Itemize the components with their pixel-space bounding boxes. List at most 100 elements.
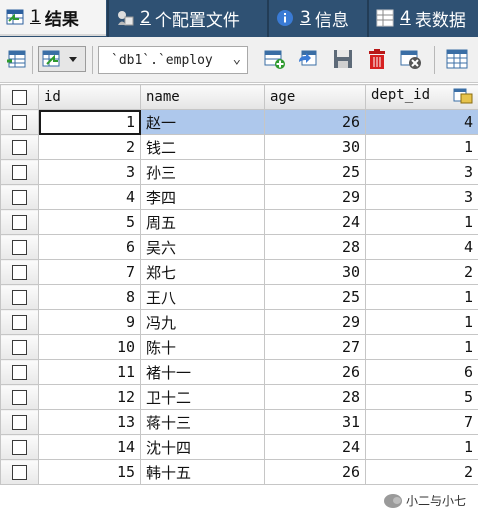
cell-age[interactable]: 29: [264, 184, 366, 210]
cell-age[interactable]: 27: [264, 334, 366, 360]
cell-age[interactable]: 26: [264, 459, 366, 485]
cell-name[interactable]: 孙三: [140, 159, 265, 185]
cell-dept-id[interactable]: 1: [365, 284, 478, 310]
row-checkbox-cell[interactable]: [0, 459, 39, 485]
cell-name[interactable]: 沈十四: [140, 434, 265, 460]
cell-dept-id[interactable]: 2: [365, 259, 478, 285]
form-view-icon[interactable]: [446, 48, 468, 70]
checkbox[interactable]: [12, 365, 27, 380]
checkbox[interactable]: [12, 165, 27, 180]
checkbox[interactable]: [12, 240, 27, 255]
row-checkbox-cell[interactable]: [0, 309, 39, 335]
cell-id[interactable]: 13: [38, 409, 141, 435]
checkbox[interactable]: [12, 115, 27, 130]
cell-name[interactable]: 赵一: [140, 109, 265, 135]
row-checkbox-cell[interactable]: [0, 109, 39, 135]
row-checkbox-cell[interactable]: [0, 384, 39, 410]
cell-name[interactable]: 郑七: [140, 259, 265, 285]
cell-dept-id[interactable]: 1: [365, 309, 478, 335]
table-row[interactable]: 6 吴六 28 4: [0, 234, 478, 260]
checkbox[interactable]: [12, 390, 27, 405]
cell-id[interactable]: 10: [38, 334, 141, 360]
cell-dept-id[interactable]: 4: [365, 234, 478, 260]
row-checkbox-cell[interactable]: [0, 209, 39, 235]
cell-id[interactable]: 5: [38, 209, 141, 235]
checkbox[interactable]: [12, 89, 27, 105]
cell-age[interactable]: 26: [264, 359, 366, 385]
cell-name[interactable]: 韩十五: [140, 459, 265, 485]
cell-name[interactable]: 卫十二: [140, 384, 265, 410]
table-row[interactable]: 7 郑七 30 2: [0, 259, 478, 285]
cell-age[interactable]: 31: [264, 409, 366, 435]
cell-id[interactable]: 1: [38, 109, 141, 135]
cell-dept-id[interactable]: 5: [365, 384, 478, 410]
cell-age[interactable]: 29: [264, 309, 366, 335]
checkbox[interactable]: [12, 440, 27, 455]
cell-name[interactable]: 褚十一: [140, 359, 265, 385]
cell-dept-id[interactable]: 3: [365, 159, 478, 185]
checkbox[interactable]: [12, 215, 27, 230]
row-checkbox-cell[interactable]: [0, 159, 39, 185]
cell-dept-id[interactable]: 6: [365, 359, 478, 385]
cell-id[interactable]: 3: [38, 159, 141, 185]
checkbox[interactable]: [12, 140, 27, 155]
cell-dept-id[interactable]: 1: [365, 134, 478, 160]
checkbox[interactable]: [12, 190, 27, 205]
cell-name[interactable]: 王八: [140, 284, 265, 310]
cell-id[interactable]: 8: [38, 284, 141, 310]
cell-age[interactable]: 30: [264, 259, 366, 285]
table-row[interactable]: 8 王八 25 1: [0, 284, 478, 310]
row-checkbox-cell[interactable]: [0, 184, 39, 210]
checkbox[interactable]: [12, 340, 27, 355]
cell-dept-id[interactable]: 7: [365, 409, 478, 435]
cell-id[interactable]: 14: [38, 434, 141, 460]
table-row[interactable]: 9 冯九 29 1: [0, 309, 478, 335]
cell-age[interactable]: 24: [264, 209, 366, 235]
checkbox[interactable]: [12, 315, 27, 330]
row-checkbox-cell[interactable]: [0, 234, 39, 260]
row-checkbox-cell[interactable]: [0, 359, 39, 385]
column-header-dept-id[interactable]: dept_id: [365, 84, 478, 110]
cell-id[interactable]: 11: [38, 359, 141, 385]
row-checkbox-cell[interactable]: [0, 334, 39, 360]
cell-dept-id[interactable]: 1: [365, 334, 478, 360]
tab-results[interactable]: 1 结果: [0, 0, 106, 36]
row-checkbox-cell[interactable]: [0, 134, 39, 160]
table-row[interactable]: 5 周五 24 1: [0, 209, 478, 235]
cell-dept-id[interactable]: 4: [365, 109, 478, 135]
table-row[interactable]: 15 韩十五 26 2: [0, 459, 478, 485]
table-row[interactable]: 2 钱二 30 1: [0, 134, 478, 160]
cell-id[interactable]: 2: [38, 134, 141, 160]
table-row[interactable]: 11 褚十一 26 6: [0, 359, 478, 385]
cell-name[interactable]: 冯九: [140, 309, 265, 335]
select-all-checkbox[interactable]: [0, 84, 39, 110]
table-row[interactable]: 1 赵一 26 4: [0, 109, 478, 135]
table-row[interactable]: 3 孙三 25 3: [0, 159, 478, 185]
cell-age[interactable]: 24: [264, 434, 366, 460]
undo-icon[interactable]: [296, 48, 318, 70]
checkbox[interactable]: [12, 465, 27, 480]
cell-name[interactable]: 陈十: [140, 334, 265, 360]
cell-id[interactable]: 9: [38, 309, 141, 335]
row-checkbox-cell[interactable]: [0, 259, 39, 285]
cell-name[interactable]: 吴六: [140, 234, 265, 260]
save-icon[interactable]: [332, 48, 354, 70]
grid-mode-dropdown[interactable]: [38, 46, 86, 72]
row-checkbox-cell[interactable]: [0, 434, 39, 460]
table-row[interactable]: 12 卫十二 28 5: [0, 384, 478, 410]
cell-age[interactable]: 28: [264, 234, 366, 260]
cell-id[interactable]: 12: [38, 384, 141, 410]
tab-profiles[interactable]: 2 个配置文件: [110, 0, 266, 36]
cell-id[interactable]: 6: [38, 234, 141, 260]
column-header-age[interactable]: age: [264, 84, 366, 110]
row-checkbox-cell[interactable]: [0, 284, 39, 310]
cell-age[interactable]: 25: [264, 159, 366, 185]
cell-age[interactable]: 28: [264, 384, 366, 410]
add-row-icon[interactable]: [264, 48, 286, 70]
checkbox[interactable]: [12, 290, 27, 305]
foreign-key-icon[interactable]: [453, 88, 473, 108]
cell-name[interactable]: 蒋十三: [140, 409, 265, 435]
cell-dept-id[interactable]: 3: [365, 184, 478, 210]
table-row[interactable]: 14 沈十四 24 1: [0, 434, 478, 460]
cell-age[interactable]: 26: [264, 109, 366, 135]
